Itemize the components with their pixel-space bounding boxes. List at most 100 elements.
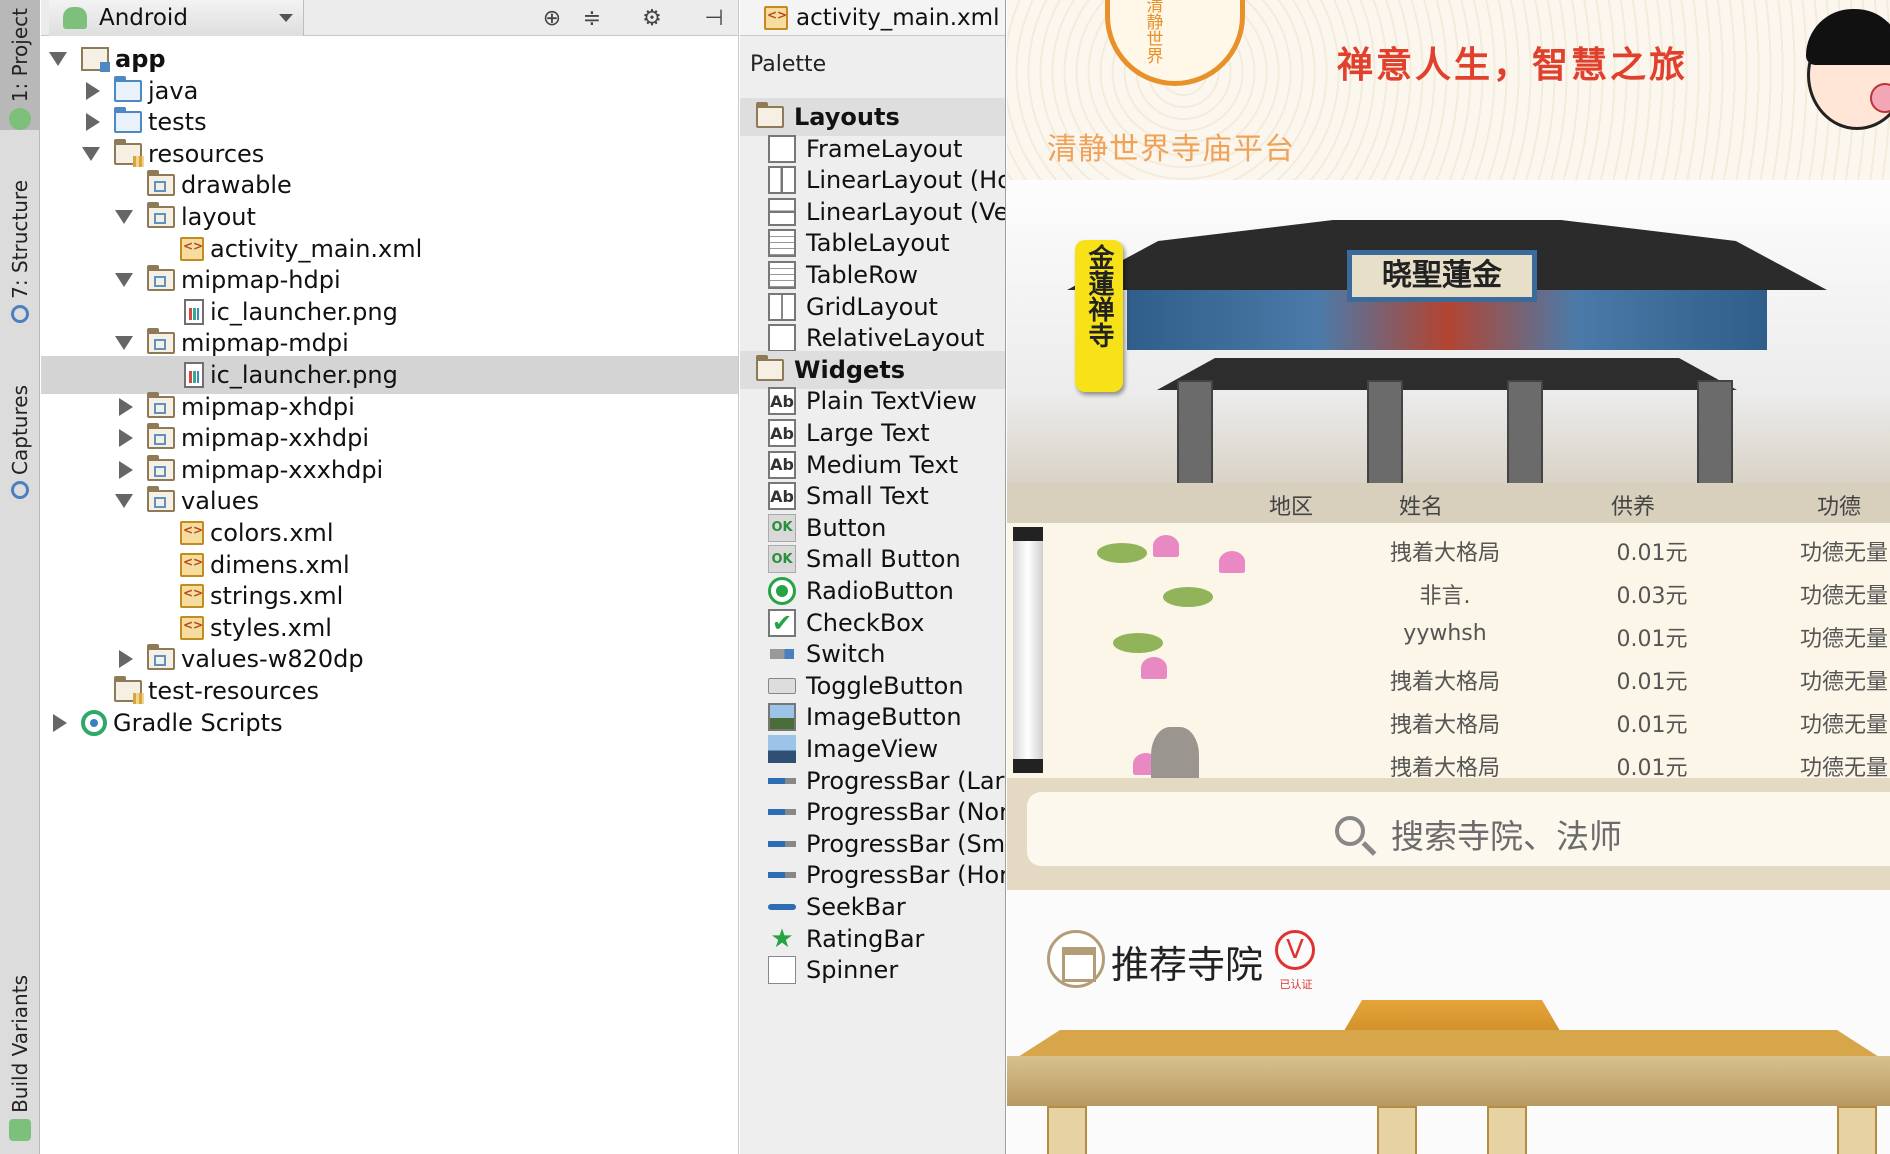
seekbar-icon [768,893,796,921]
structure-tool-tab[interactable]: 7: Structure [0,180,40,350]
merit-text: 功德无量 [1799,541,1888,566]
image-button-icon [768,703,796,732]
captures-tool-tab[interactable]: Captures [0,385,40,540]
editor-tab[interactable]: activity_main.xml × [740,0,1005,36]
search-input[interactable]: 搜索寺院、法师 [1027,792,1890,866]
palette-item-label: ImageView [806,735,939,763]
collapse-all-icon[interactable]: ≑ [579,5,605,31]
image-view-icon [768,735,796,763]
donation-row: 非言. 0.03元 功德无量 [1007,570,1890,613]
expanded-arrow-icon[interactable] [115,494,133,509]
expanded-arrow-icon[interactable] [115,273,133,288]
merit-text: 功德无量 [1799,713,1888,738]
xml-file-icon [180,236,204,261]
header-name: 姓名 [1399,495,1444,520]
project-tool-tab[interactable]: 1: Project [0,0,40,130]
tree-item-label: styles.xml [210,613,332,642]
tree-item-label: colors.xml [210,519,334,547]
tree-item-label: strings.xml [210,582,344,611]
tool-window-strip: 1: Project 7: Structure Captures Build V… [0,0,40,1154]
temple-name-tag[interactable]: 金蓮禅寺 [1075,240,1123,392]
textview-icon: Ab [768,482,796,511]
layout-preview: 清静世界 禅意人生，智慧之旅 清静世界寺庙平台 晓聖蓮金 金蓮禅寺 地区 姓名 … [1007,0,1890,1154]
xml-file-icon [180,521,204,545]
android-icon [9,108,31,130]
gear-icon[interactable]: ⚙ [639,5,665,31]
test-folder-icon [114,107,142,134]
palette-item-label: ProgressBar (Horizontal) [806,861,1005,890]
collapsed-arrow-icon[interactable] [86,81,100,100]
chevron-down-icon [279,14,293,22]
expanded-arrow-icon[interactable] [49,52,67,66]
tree-item-label: ic_launcher.png [210,297,398,326]
linear-layout-horizontal-icon [768,166,796,195]
build-variants-tool-tab[interactable]: Build Variants [0,975,40,1154]
palette-item-label: CheckBox [806,608,925,637]
tree-item-label: resources [148,139,265,168]
palace-image[interactable] [1007,990,1890,1154]
palette-item-label: RatingBar [806,924,925,953]
table-row-icon [768,261,796,289]
donor-name: 拽着大格局 [1389,670,1500,695]
donor-name: 拽着大格局 [1389,541,1500,566]
locate-icon[interactable]: ⊕ [539,5,565,31]
hide-panel-icon[interactable]: ⊣ [701,5,727,31]
collapsed-arrow-icon[interactable] [119,429,133,448]
android-icon [9,1118,31,1141]
palace-column [1837,1106,1877,1154]
palette-item-label: Small Button [806,545,961,574]
palette-item-label: Switch [806,640,886,669]
folder-icon [147,202,175,228]
expanded-arrow-icon[interactable] [82,146,100,161]
frame-layout-icon [768,134,796,163]
header-region: 地区 [1269,495,1314,520]
tree-item-label: app [115,45,166,73]
relative-layout-icon [768,324,796,353]
linear-layout-vertical-icon [768,197,796,226]
donation-amount: 0.01元 [1616,627,1688,652]
palette-item-label: ProgressBar (Normal) [806,798,1006,827]
collapsed-arrow-icon[interactable] [119,460,133,479]
palette-item-label: Widgets [794,355,906,384]
donation-row: 拽着大格局 0.01元 功德无量 [1007,527,1890,570]
palace-column [1377,1106,1417,1154]
temple-gate-banner: 晓聖蓮金 金蓮禅寺 [1007,180,1890,483]
donation-board: 地区 姓名 供养 功德 拽着大格局 0.01元 功德无量 非言. 0.03元 功德无量 yy… [1007,483,1890,797]
camera-icon [11,480,29,499]
editor-tab-label: activity_main.xml [796,4,1000,31]
folder-icon [147,644,175,671]
donor-name: 拽着大格局 [1389,713,1500,738]
tree-item[interactable]: Gradle Scripts [41,704,738,742]
palace-column [1047,1106,1087,1154]
project-view-selector[interactable]: Android [49,0,304,36]
png-file-icon [184,362,204,388]
collapsed-arrow-icon[interactable] [119,650,133,669]
gate-pillar [1177,380,1213,483]
donation-row: yywhsh 0.01元 功德无量 [1007,613,1890,656]
expanded-arrow-icon[interactable] [115,210,133,224]
collapsed-arrow-icon[interactable] [53,713,67,732]
expanded-arrow-icon[interactable] [115,336,133,351]
tree-item-label: dimens.xml [210,550,350,579]
xml-file-icon [764,5,788,30]
xml-file-icon [180,615,204,640]
gate-plaque: 晓聖蓮金 [1347,250,1537,302]
palette-item-label: TableLayout [806,229,950,258]
tree-item-label: test-resources [148,677,320,705]
collapsed-arrow-icon[interactable] [86,113,100,132]
folder-icon [147,265,175,292]
donation-amount: 0.01元 [1616,713,1688,738]
merit-text: 功德无量 [1799,627,1888,652]
tree-item-label: Gradle Scripts [113,708,283,737]
palette-item-label: LinearLayout (Vertical) [806,197,1005,226]
mascot-avatar [1806,9,1890,130]
palette-item-label: LinearLayout (Horizontal) [806,166,1005,195]
palace-body [1007,1056,1890,1106]
collapsed-arrow-icon[interactable] [119,397,133,416]
palette-item[interactable]: Spinner [740,951,1005,989]
temple-icon [1047,930,1105,988]
tree-item-label: java [148,76,199,105]
palette-item-label: Plain TextView [806,387,977,416]
header-offering: 供养 [1611,495,1656,520]
resources-folder-icon [114,138,144,167]
